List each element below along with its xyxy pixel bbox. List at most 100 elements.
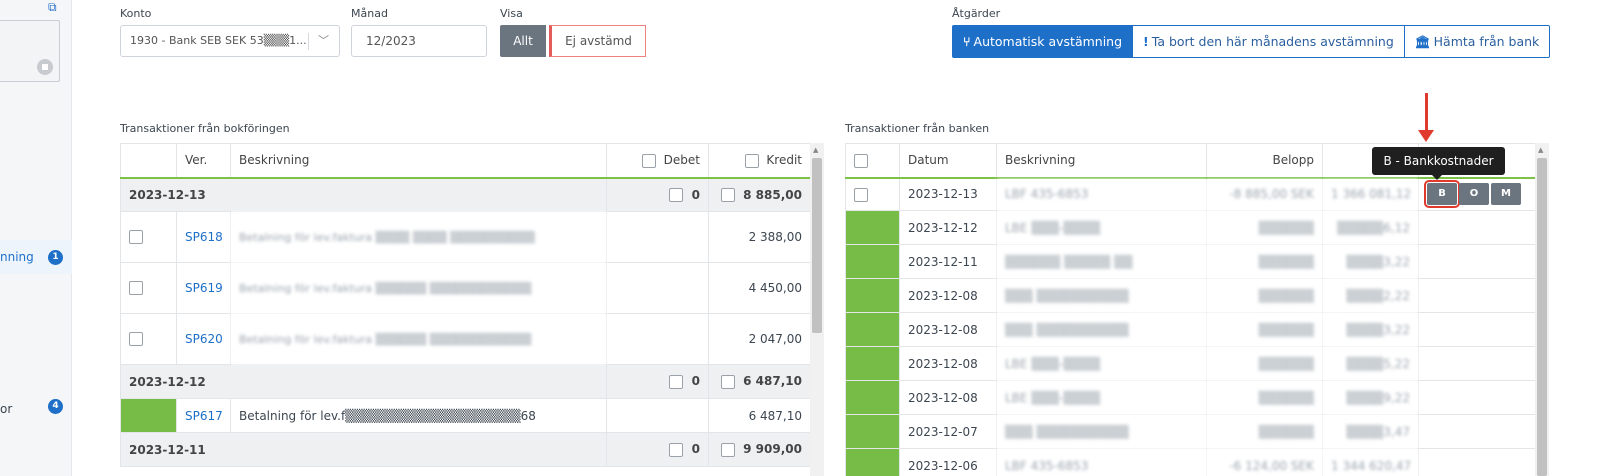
sidebar-item-reconcile-label[interactable]: nning [0,250,34,264]
bank-row-desc: LBF 435-6853 [996,448,1207,476]
scroll-up-icon[interactable]: ▲ [813,146,818,154]
bank-row[interactable]: 2023-12-11 ▒▒▒▒▒▒ ▒▒▒▒▒ ▒▒ ▒▒▒▒▒▒ ▒▒▒▒3,… [845,244,1535,279]
group-kredit-checkbox[interactable] [720,442,735,457]
ledger-row-ver[interactable]: SP620 [176,313,231,365]
bank-row-datum: 2023-12-13 [899,177,997,211]
group-debet-checkbox[interactable] [669,374,684,389]
konto-select[interactable]: 1930 - Bank SEB SEK 53▒▒▒1... ﹀ [120,25,340,57]
row-checkbox[interactable] [129,332,143,347]
bank-row-belopp: ▒▒▒▒▒▒ [1206,414,1323,449]
bank-scrollbar[interactable]: ▲ [1535,143,1549,476]
group-kredit-checkbox[interactable] [720,188,735,202]
remove-reconciliation-button[interactable]: ! Ta bort den här månadens avstämning [1133,25,1405,58]
ledger-row-kredit: 6 487,10 [708,398,810,433]
ledger-row[interactable]: SP617 Betalning för lev.f▒▒▒▒▒▒▒▒▒▒▒▒▒▒▒… [120,398,810,433]
bank-header-belopp: Belopp [1206,143,1323,179]
show-all-button[interactable]: Allt [500,25,546,57]
ledger-scroll-thumb[interactable] [812,158,822,333]
manad-input[interactable]: 12/2023 [351,25,487,57]
auto-reconcile-button[interactable]: ⑂ Automatisk avstämning [952,25,1134,58]
bank-row-datum: 2023-12-12 [899,210,997,245]
bank-row[interactable]: 2023-12-08 ▒▒▒ ▒▒▒▒▒▒▒▒▒▒ ▒▒▒▒▒▒ ▒▒▒▒3,2… [845,312,1535,347]
bank-row-desc: ▒▒▒ ▒▒▒▒▒▒▒▒▒▒ [996,278,1207,313]
ledger-header-desc: Beskrivning [230,143,607,179]
group-debet: 0 [606,432,709,467]
row-checkbox[interactable] [854,187,868,202]
bank-header-desc: Beskrivning [996,143,1207,179]
ledger-header-select [120,143,177,179]
group-kredit-checkbox[interactable] [720,374,735,389]
bank-row-datum: 2023-12-08 [899,380,997,415]
group-debet-checkbox[interactable] [669,188,684,202]
bank-row-belopp: ▒▒▒▒▒▒ [1206,278,1323,313]
ledger-group-row: 2023-12-12 0 6 487,10 [120,364,810,399]
bank-scroll-thumb[interactable] [1537,158,1547,476]
bank-cost-button[interactable]: B [1424,180,1460,209]
bank-row-belopp: -8 885,00 SEK [1206,177,1323,211]
sidebar-item-other-label[interactable]: or [0,402,12,416]
matched-indicator [845,312,900,347]
ledger-row[interactable]: SP619 Betalning för lev.faktura ▒▒▒▒▒▒ ▒… [120,262,810,314]
bank-row-datum: 2023-12-08 [899,278,997,313]
bank-row-belopp: ▒▒▒▒▒▒ [1206,346,1323,381]
group-date: 2023-12-11 [120,432,607,467]
bank-row[interactable]: 2023-12-08 LBE ▒▒▒-▒▒▒▒ ▒▒▒▒▒▒ ▒▒▒▒9,22 [845,380,1535,415]
ledger-row-ver[interactable]: SP618 [176,211,231,263]
ledger-row-ver[interactable]: SP617 [176,398,231,433]
bank-section-title: Transaktioner från banken [845,122,990,135]
external-link-icon[interactable]: ⧉ [48,0,57,15]
ledger-row-ver[interactable]: SP619 [176,262,231,314]
match-button[interactable]: M [1491,183,1521,206]
ledger-header-kredit: Kredit [708,143,810,179]
bank-row[interactable]: 2023-12-07 ▒▒▒ ▒▒▒▒▒▒▒▒▒▒ ▒▒▒▒▒▒ ▒▒▒▒3,4… [845,414,1535,449]
bank-row-saldo: 1 366 081,12 [1322,177,1419,211]
ledger-row-debet [606,262,709,314]
ledger-row[interactable]: SP620 Betalning för lev.faktura ▒▒▒▒▒▒ ▒… [120,313,810,365]
ledger-row-desc: Betalning för lev.faktura ▒▒▒▒ ▒▒▒▒ ▒▒▒▒… [230,211,607,263]
matched-indicator [845,448,900,476]
row-checkbox[interactable] [129,230,143,245]
other-button[interactable]: O [1459,183,1489,206]
bank-row-select [845,177,900,211]
bank-row-saldo: ▒▒▒▒▒6,12 [1322,210,1419,245]
scroll-up-icon[interactable]: ▲ [1538,146,1543,154]
row-checkbox[interactable] [129,281,143,296]
bank-row-saldo: ▒▒▒▒3,22 [1322,244,1419,279]
select-divider [308,33,309,50]
bank-row-desc: LBE ▒▒▒-▒▒▒▒ [996,346,1207,381]
bank-row-saldo: ▒▒▒▒2,22 [1322,278,1419,313]
ledger-row-debet [606,313,709,365]
debet-all-checkbox[interactable] [642,153,657,168]
bank-row[interactable]: 2023-12-06 LBF 435-6853 -6 124,00 SEK 1 … [845,448,1535,476]
bank-table-container: Datum Beskrivning Belopp 2023-12-13 LBF … [845,143,1535,476]
ledger-row-select [120,313,177,365]
stop-icon[interactable] [37,59,53,75]
bank-row-actions [1418,380,1535,415]
matched-indicator [845,380,900,415]
bank-cost-tooltip: B - Bankkostnader [1372,147,1505,180]
bank-row-actions [1418,210,1535,245]
konto-label: Konto [120,7,152,20]
bank-row[interactable]: 2023-12-12 LBE ▒▒▒-▒▒▒▒ ▒▒▒▒▒▒ ▒▒▒▒▒6,12 [845,210,1535,245]
bank-row[interactable]: 2023-12-08 LBE ▒▒▒-▒▒▒▒ ▒▒▒▒▒▒ ▒▒▒▒5,22 [845,346,1535,381]
bank-row-desc: LBE ▒▒▒-▒▒▒▒ [996,380,1207,415]
group-debet-checkbox[interactable] [669,442,684,457]
ledger-row[interactable]: SP618 Betalning för lev.faktura ▒▒▒▒ ▒▒▒… [120,211,810,263]
bank-row-saldo: ▒▒▒▒5,22 [1322,346,1419,381]
group-kredit: 8 885,00 [708,177,810,212]
bank-header-datum: Datum [899,143,997,179]
bank-row[interactable]: 2023-12-08 ▒▒▒ ▒▒▒▒▒▒▒▒▒▒ ▒▒▒▒▒▒ ▒▒▒▒2,2… [845,278,1535,313]
fetch-from-bank-button[interactable]: 🏛 Hämta från bank [1404,25,1551,58]
kredit-all-checkbox[interactable] [744,153,759,168]
show-unreconciled-button[interactable]: Ej avstämd [549,25,646,57]
bank-all-checkbox[interactable] [854,153,868,168]
ledger-scrollbar[interactable]: ▲ [810,143,824,476]
group-kredit: 6 487,10 [708,364,810,399]
konto-select-value: 1930 - Bank SEB SEK 53▒▒▒1... [130,34,307,47]
bank-header-select [845,143,900,179]
bank-row-belopp: -6 124,00 SEK [1206,448,1323,476]
bank-row-actions [1418,278,1535,313]
chevron-down-icon[interactable]: ﹀ [318,26,329,56]
bank-row-saldo: ▒▒▒▒9,22 [1322,380,1419,415]
bank-row-desc: ▒▒▒▒▒▒ ▒▒▒▒▒ ▒▒ [996,244,1207,279]
